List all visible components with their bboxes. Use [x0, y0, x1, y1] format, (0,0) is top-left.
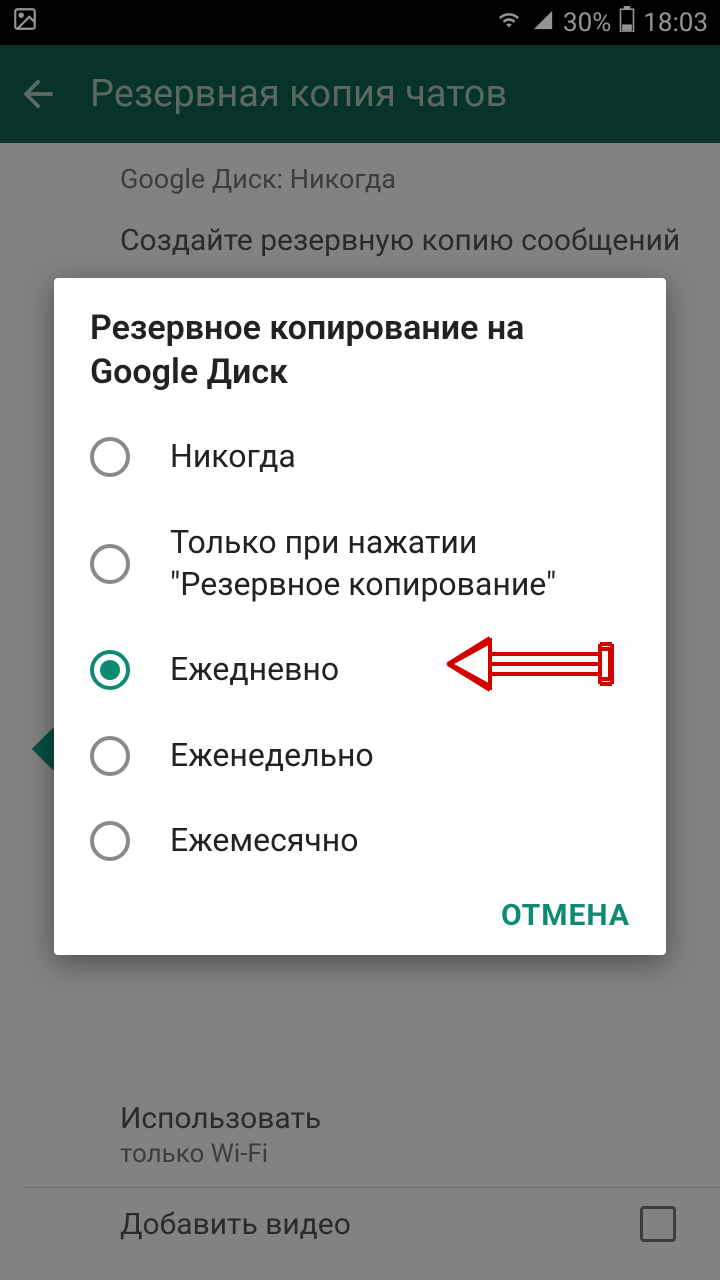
radio-option-monthly[interactable]: Ежемесячно [54, 798, 666, 884]
dialog-actions: ОТМЕНА [54, 884, 666, 945]
radio-icon [90, 736, 130, 776]
annotation-arrow-icon [440, 624, 620, 704]
radio-option-manual[interactable]: Только при нажатии "Резервное копировани… [54, 500, 666, 627]
radio-icon [90, 544, 130, 584]
radio-icon [90, 821, 130, 861]
radio-label: Ежедневно [170, 649, 339, 691]
backup-frequency-dialog: Резервное копирование на Google Диск Ник… [54, 278, 666, 955]
radio-label: Никогда [170, 436, 296, 478]
radio-option-weekly[interactable]: Еженедельно [54, 713, 666, 799]
radio-label: Ежемесячно [170, 820, 358, 862]
radio-icon [90, 437, 130, 477]
dialog-title: Резервное копирование на Google Диск [54, 306, 666, 414]
radio-inner [100, 660, 120, 680]
cancel-button[interactable]: ОТМЕНА [501, 898, 630, 933]
radio-label: Только при нажатии "Резервное копировани… [170, 522, 630, 605]
radio-option-never[interactable]: Никогда [54, 414, 666, 500]
radio-label: Еженедельно [170, 735, 374, 777]
radio-icon-selected [90, 650, 130, 690]
